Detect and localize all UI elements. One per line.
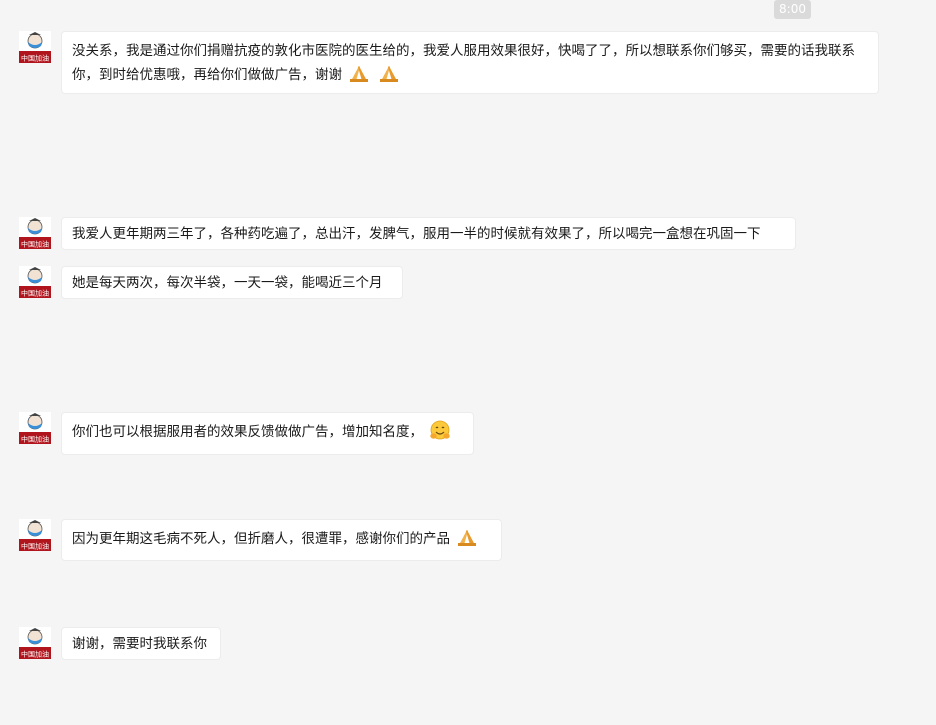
message-bubble[interactable]: 谢谢，需要时我联系你 — [61, 627, 221, 660]
avatar-caption: 中国加油 — [21, 240, 49, 249]
avatar-caption: 中国加油 — [21, 650, 49, 659]
avatar-caption: 中国加油 — [21, 542, 49, 551]
folded-hands-icon — [378, 63, 400, 83]
chat-panel: 8:00 中国加油 没关系，我是通过你们捐赠抗疫的敦化市医院的医生给的，我爱人服… — [0, 0, 936, 725]
folded-hands-icon — [348, 63, 370, 83]
message-bubble[interactable]: 你们也可以根据服用者的效果反馈做做广告，增加知名度， — [61, 412, 474, 455]
avatar-image: 中国加油 — [19, 627, 51, 659]
avatar[interactable]: 中国加油 — [19, 31, 51, 63]
message-text: 我爱人更年期两三年了，各种药吃遍了，总出汗，发脾气，服用一半的时候就有效果了，所… — [72, 226, 761, 242]
avatar[interactable]: 中国加油 — [19, 627, 51, 659]
message-bubble[interactable]: 她是每天两次，每次半袋，一天一袋，能喝近三个月 — [61, 266, 403, 299]
avatar-image: 中国加油 — [19, 412, 51, 444]
message-timestamp: 8:00 — [774, 0, 811, 19]
message-text: 她是每天两次，每次半袋，一天一袋，能喝近三个月 — [72, 275, 383, 291]
avatar[interactable]: 中国加油 — [19, 266, 51, 298]
folded-hands-icon — [456, 527, 478, 547]
message-bubble[interactable]: 没关系，我是通过你们捐赠抗疫的敦化市医院的医生给的，我爱人服用效果很好，快喝了了… — [61, 31, 879, 94]
message-bubble[interactable]: 我爱人更年期两三年了，各种药吃遍了，总出汗，发脾气，服用一半的时候就有效果了，所… — [61, 217, 796, 250]
avatar-caption: 中国加油 — [21, 54, 49, 63]
message-text: 谢谢，需要时我联系你 — [72, 636, 207, 652]
message-text: 没关系，我是通过你们捐赠抗疫的敦化市医院的医生给的，我爱人服用效果很好，快喝了了… — [72, 43, 855, 83]
avatar-image: 中国加油 — [19, 266, 51, 298]
avatar-image: 中国加油 — [19, 217, 51, 249]
avatar[interactable]: 中国加油 — [19, 217, 51, 249]
message-text: 因为更年期这毛病不死人，但折磨人，很遭罪，感谢你们的产品 — [72, 531, 450, 547]
avatar-caption: 中国加油 — [21, 435, 49, 444]
avatar[interactable]: 中国加油 — [19, 412, 51, 444]
message-bubble[interactable]: 因为更年期这毛病不死人，但折磨人，很遭罪，感谢你们的产品 — [61, 519, 502, 561]
avatar-image: 中国加油 — [19, 31, 51, 63]
avatar-caption: 中国加油 — [21, 289, 49, 298]
hugging-face-icon — [429, 420, 451, 440]
avatar[interactable]: 中国加油 — [19, 519, 51, 551]
message-text: 你们也可以根据服用者的效果反馈做做广告，增加知名度， — [72, 424, 423, 440]
avatar-image: 中国加油 — [19, 519, 51, 551]
